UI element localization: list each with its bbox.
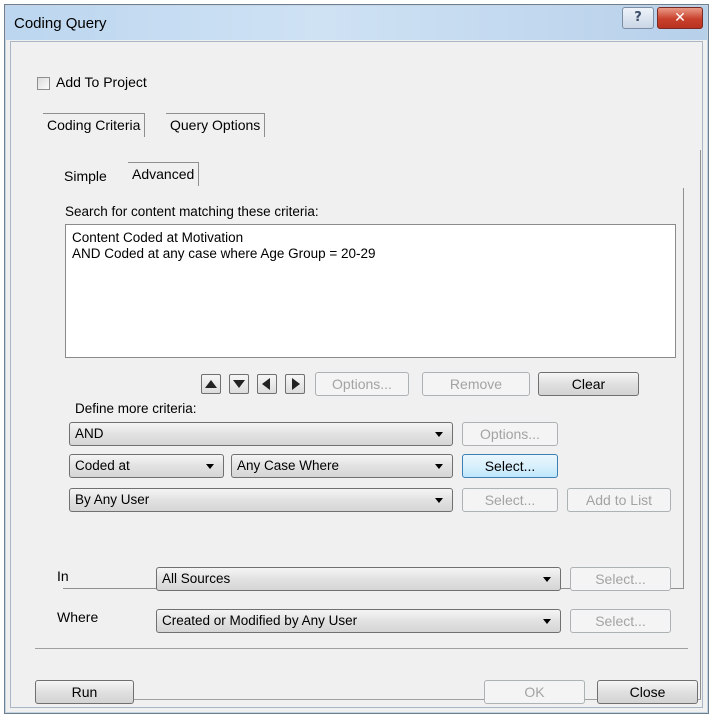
criteria-line: Content Coded at Motivation <box>72 230 244 245</box>
coded-at-value: Coded at <box>75 458 130 473</box>
where-value: Created or Modified by Any User <box>162 613 358 628</box>
outer-panel-border <box>700 150 701 700</box>
chevron-down-icon <box>206 464 214 469</box>
window-title: Coding Query <box>14 15 107 32</box>
in-select[interactable]: All Sources <box>156 567 561 591</box>
close-window-button[interactable]: ✕ <box>657 7 703 29</box>
in-select-button[interactable]: Select... <box>570 567 671 591</box>
footer-separator <box>35 648 688 649</box>
coding-query-dialog: Coding Query ? ✕ Add To Project Coding C… <box>4 4 709 714</box>
tab-coding-criteria-label: Coding Criteria <box>47 117 141 133</box>
in-label: In <box>57 568 69 584</box>
case-value: Any Case Where <box>237 458 340 473</box>
user-value: By Any User <box>75 492 150 507</box>
select-case-button[interactable]: Select... <box>462 454 558 478</box>
chevron-down-icon <box>543 577 551 582</box>
tab-simple[interactable]: Simple <box>60 165 111 189</box>
inner-panel-border-right <box>683 188 684 588</box>
in-value: All Sources <box>162 571 231 586</box>
tab-coding-criteria[interactable]: Coding Criteria <box>43 113 146 137</box>
user-select[interactable]: By Any User <box>69 488 453 512</box>
add-to-list-button[interactable]: Add to List <box>567 488 671 512</box>
chevron-down-icon <box>435 464 443 469</box>
add-to-project-label[interactable]: Add To Project <box>56 74 147 90</box>
title-bar[interactable]: Coding Query ? ✕ <box>6 6 707 40</box>
tab-query-options-label: Query Options <box>170 117 261 133</box>
arrow-up-icon <box>205 380 217 388</box>
move-up-button[interactable] <box>201 374 221 394</box>
chevron-down-icon <box>543 619 551 624</box>
tab-advanced-label: Advanced <box>132 166 195 182</box>
define-criteria-label: Define more criteria: <box>75 401 197 416</box>
criteria-options-button[interactable]: Options... <box>315 372 409 396</box>
criteria-heading: Search for content matching these criter… <box>65 204 319 219</box>
where-select-button[interactable]: Select... <box>570 609 671 633</box>
move-left-button[interactable] <box>257 374 277 394</box>
arrow-down-icon <box>233 380 245 388</box>
add-to-project-checkbox[interactable] <box>37 77 50 90</box>
move-down-button[interactable] <box>229 374 249 394</box>
arrow-right-icon <box>292 378 300 390</box>
criteria-line: AND Coded at any case where Age Group = … <box>72 246 376 261</box>
where-select[interactable]: Created or Modified by Any User <box>156 609 561 633</box>
tab-advanced[interactable]: Advanced <box>128 162 200 186</box>
remove-button[interactable]: Remove <box>422 372 530 396</box>
dialog-content: Add To Project Coding Criteria Query Opt… <box>10 41 703 708</box>
chevron-down-icon <box>435 432 443 437</box>
ok-button[interactable]: OK <box>484 680 585 704</box>
chevron-down-icon <box>435 498 443 503</box>
operator-value: AND <box>75 426 104 441</box>
operator-select[interactable]: AND <box>69 422 453 446</box>
coded-at-select[interactable]: Coded at <box>69 454 224 478</box>
close-button[interactable]: Close <box>597 680 698 704</box>
criteria-textarea[interactable]: Content Coded at Motivation AND Coded at… <box>65 224 676 358</box>
arrow-left-icon <box>262 378 270 390</box>
case-select[interactable]: Any Case Where <box>231 454 453 478</box>
tab-query-options[interactable]: Query Options <box>166 113 266 137</box>
help-button[interactable]: ? <box>622 7 654 29</box>
move-right-button[interactable] <box>285 374 305 394</box>
where-label: Where <box>57 609 99 625</box>
clear-button[interactable]: Clear <box>538 372 639 396</box>
select-user-button[interactable]: Select... <box>462 488 558 512</box>
operator-options-button[interactable]: Options... <box>462 422 558 446</box>
run-button[interactable]: Run <box>35 680 134 704</box>
tab-simple-label: Simple <box>64 168 107 184</box>
